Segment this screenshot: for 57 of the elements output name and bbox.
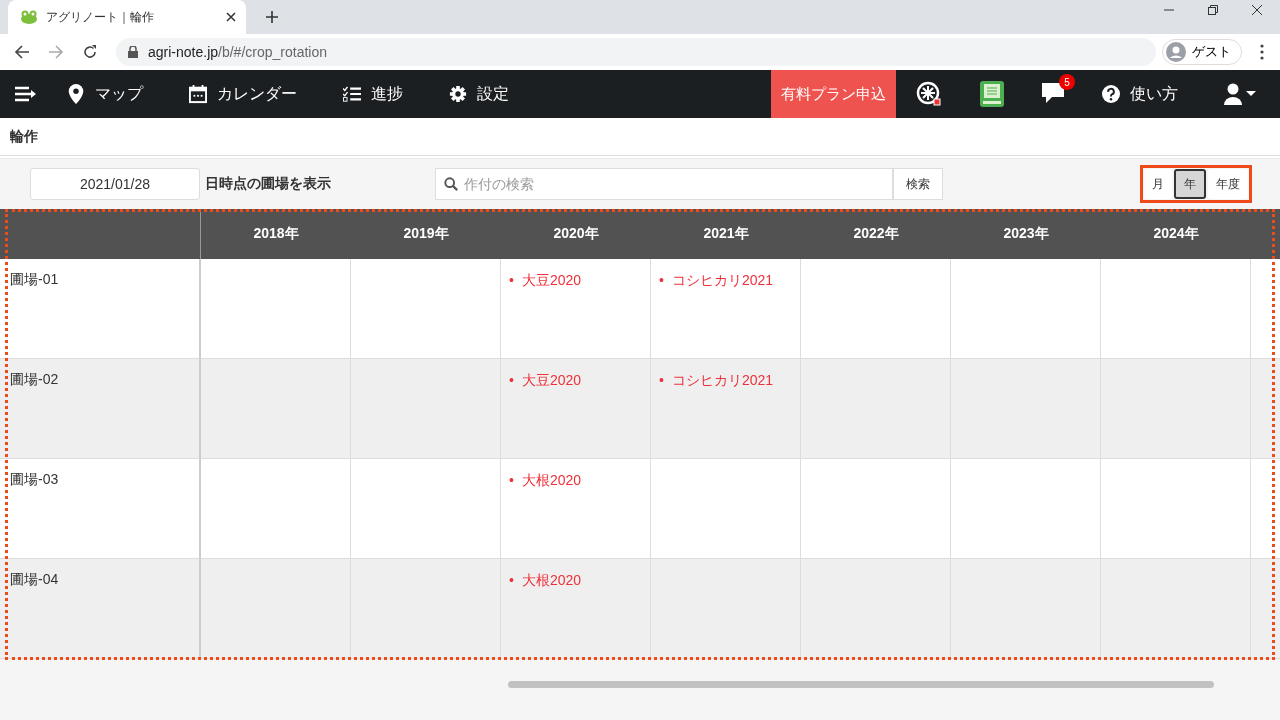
message-count-badge: 5 bbox=[1059, 74, 1075, 90]
field-name: 圃場-04 bbox=[0, 559, 201, 659]
view-tab[interactable]: 年 bbox=[1174, 169, 1206, 199]
crop-entry[interactable]: • コシヒカリ2021 bbox=[659, 272, 774, 290]
help-link[interactable]: 使い方 bbox=[1102, 83, 1178, 105]
field-name: 圃場-03 bbox=[0, 459, 201, 559]
calendar-icon bbox=[189, 84, 207, 104]
nav-link[interactable]: 進捗 bbox=[343, 83, 403, 105]
close-icon[interactable] bbox=[1252, 5, 1262, 15]
new-tab-icon[interactable] bbox=[266, 11, 278, 23]
page-title: 輪作 bbox=[10, 127, 38, 146]
header-cell bbox=[1251, 209, 1280, 259]
user-menu-icon[interactable] bbox=[1224, 83, 1256, 105]
search-field[interactable]: 作付の検索 bbox=[435, 168, 893, 200]
nav-link[interactable]: カレンダー bbox=[189, 83, 297, 105]
field-name: 圃場-01 bbox=[0, 259, 201, 359]
back-icon[interactable] bbox=[14, 44, 30, 60]
date-field[interactable]: 2021/01/28 bbox=[30, 168, 200, 200]
profile-button[interactable]: ゲスト bbox=[1162, 39, 1242, 65]
frog-icon bbox=[20, 10, 38, 24]
column-header: 2019年 bbox=[351, 209, 501, 259]
column-header: 2022年 bbox=[801, 209, 951, 259]
kebab-menu-icon[interactable] bbox=[1260, 44, 1264, 60]
nav-link[interactable]: マップ bbox=[67, 83, 143, 105]
crop-entry[interactable]: • 大根2020 bbox=[509, 472, 582, 490]
avatar-icon bbox=[1166, 42, 1186, 62]
view-tab[interactable]: 月 bbox=[1144, 169, 1172, 199]
column-header: 2023年 bbox=[951, 209, 1101, 259]
address-bar[interactable]: agri-note.jp/b/#/crop_rotation bbox=[116, 38, 1156, 66]
rice-icon[interactable] bbox=[916, 81, 942, 107]
search-button[interactable]: 検索 bbox=[893, 168, 943, 200]
speech-bubble-icon[interactable] bbox=[1042, 83, 1064, 103]
forward-icon bbox=[48, 44, 64, 60]
column-header: 2020年 bbox=[501, 209, 651, 259]
checklist-icon bbox=[343, 84, 361, 104]
map-pin-icon bbox=[67, 84, 85, 104]
book-icon[interactable] bbox=[980, 81, 1004, 107]
close-icon[interactable] bbox=[226, 12, 236, 22]
restore-icon[interactable] bbox=[1208, 5, 1218, 15]
crop-entry[interactable]: • 大根2020 bbox=[509, 572, 582, 590]
column-header: 2024年 bbox=[1101, 209, 1251, 259]
field-name: 圃場-02 bbox=[0, 359, 201, 459]
date-caption: 日時点の圃場を表示 bbox=[205, 175, 332, 193]
menu-icon[interactable] bbox=[15, 86, 37, 102]
column-header: 2018年 bbox=[201, 209, 351, 259]
settings-icon bbox=[449, 84, 467, 104]
browser-tab[interactable]: アグリノート｜輪作 bbox=[8, 0, 246, 34]
reload-icon[interactable] bbox=[82, 44, 98, 60]
scrollbar-thumb[interactable] bbox=[508, 680, 1214, 688]
lock-icon bbox=[128, 46, 138, 58]
column-header: 2021年 bbox=[651, 209, 801, 259]
crop-entry[interactable]: • コシヒカリ2021 bbox=[659, 372, 774, 390]
crop-entry[interactable]: • 大豆2020 bbox=[509, 272, 582, 290]
help-icon bbox=[1102, 84, 1120, 104]
view-tab[interactable]: 年度 bbox=[1208, 169, 1248, 199]
nav-link[interactable]: 設定 bbox=[449, 83, 509, 105]
crop-entry[interactable]: • 大豆2020 bbox=[509, 372, 582, 390]
